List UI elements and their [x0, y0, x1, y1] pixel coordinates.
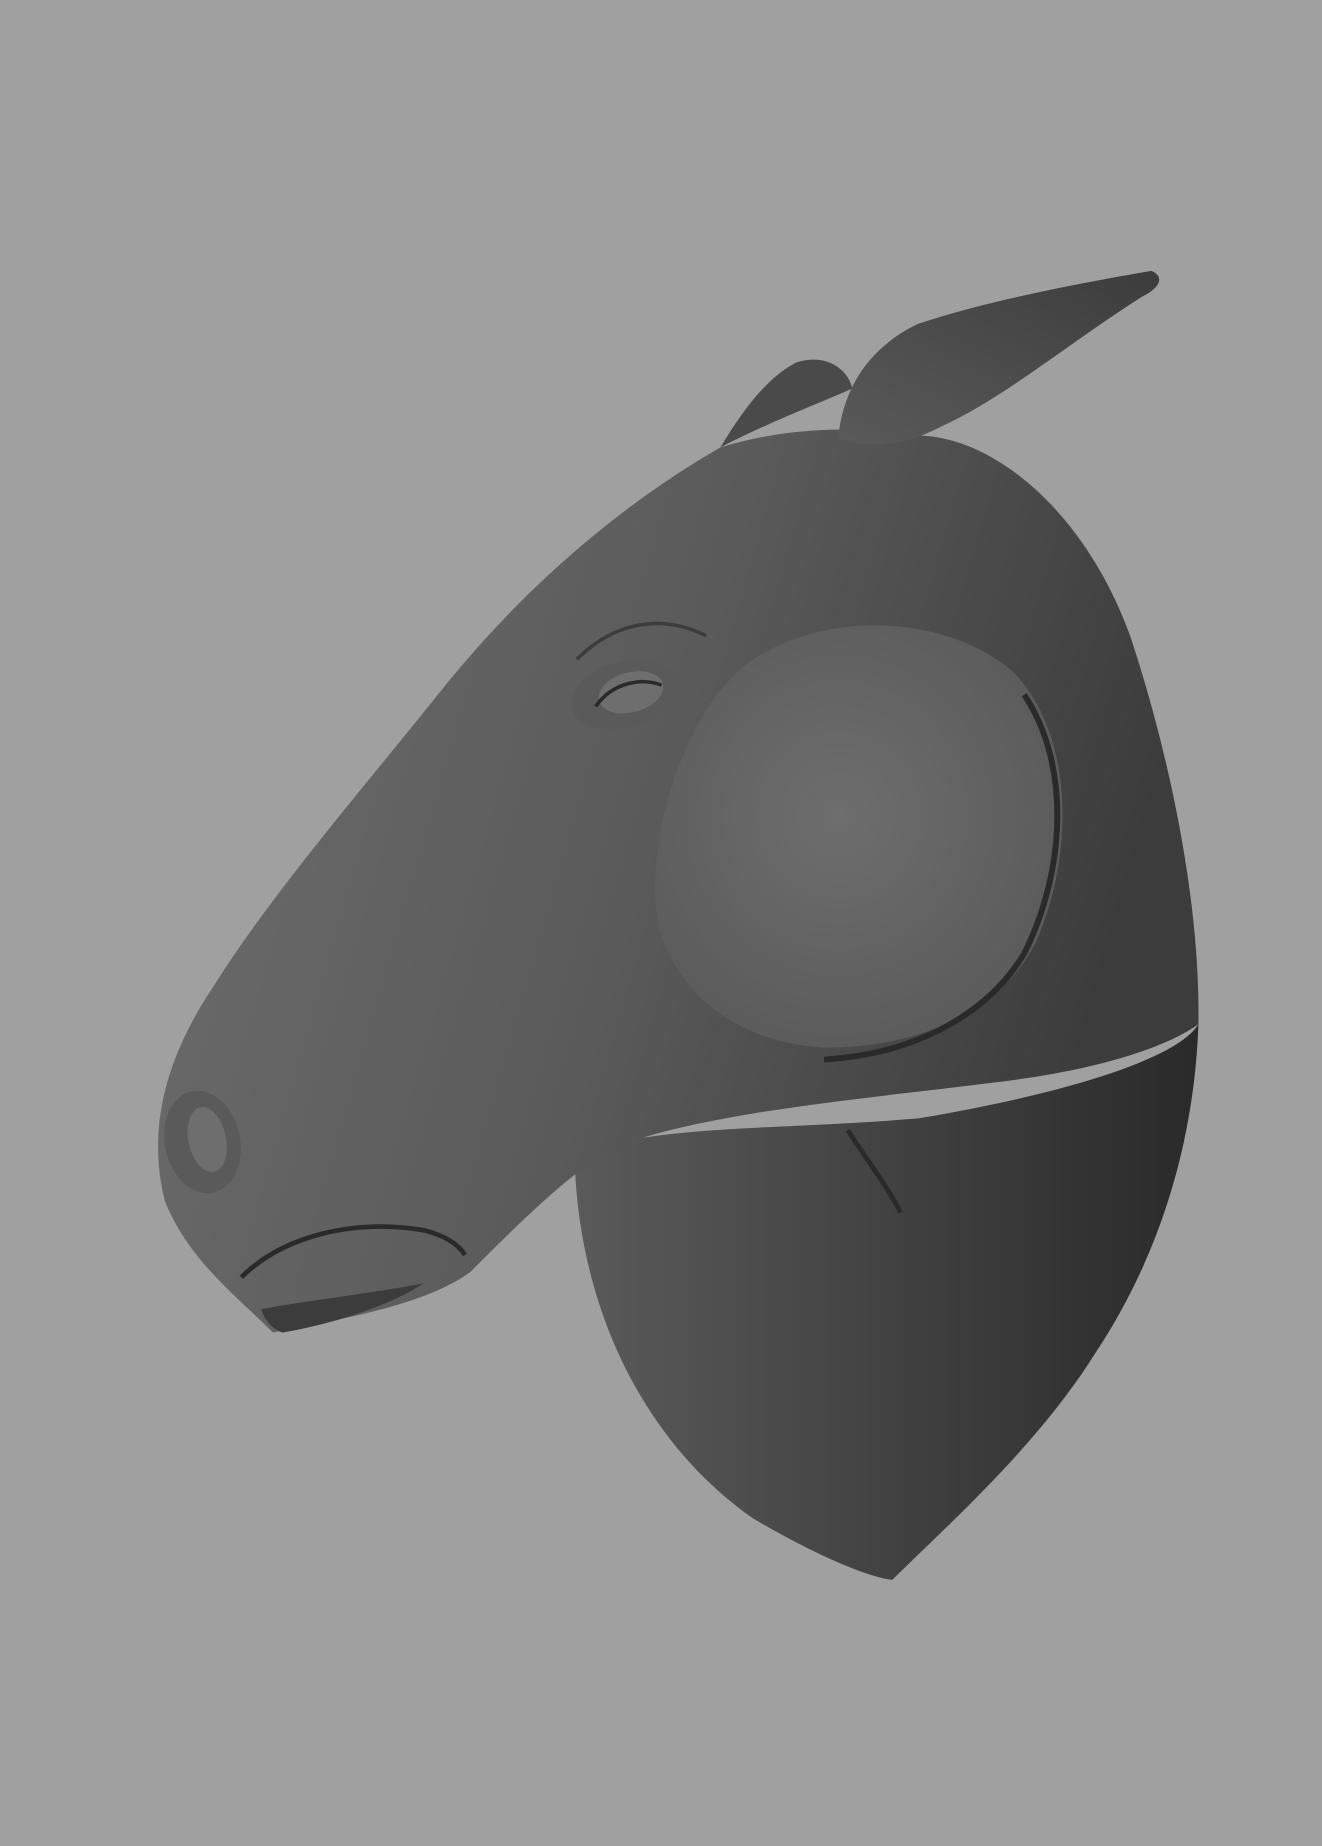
3d-viewport[interactable]	[0, 0, 1322, 1846]
horse-head-render	[0, 0, 1322, 1846]
